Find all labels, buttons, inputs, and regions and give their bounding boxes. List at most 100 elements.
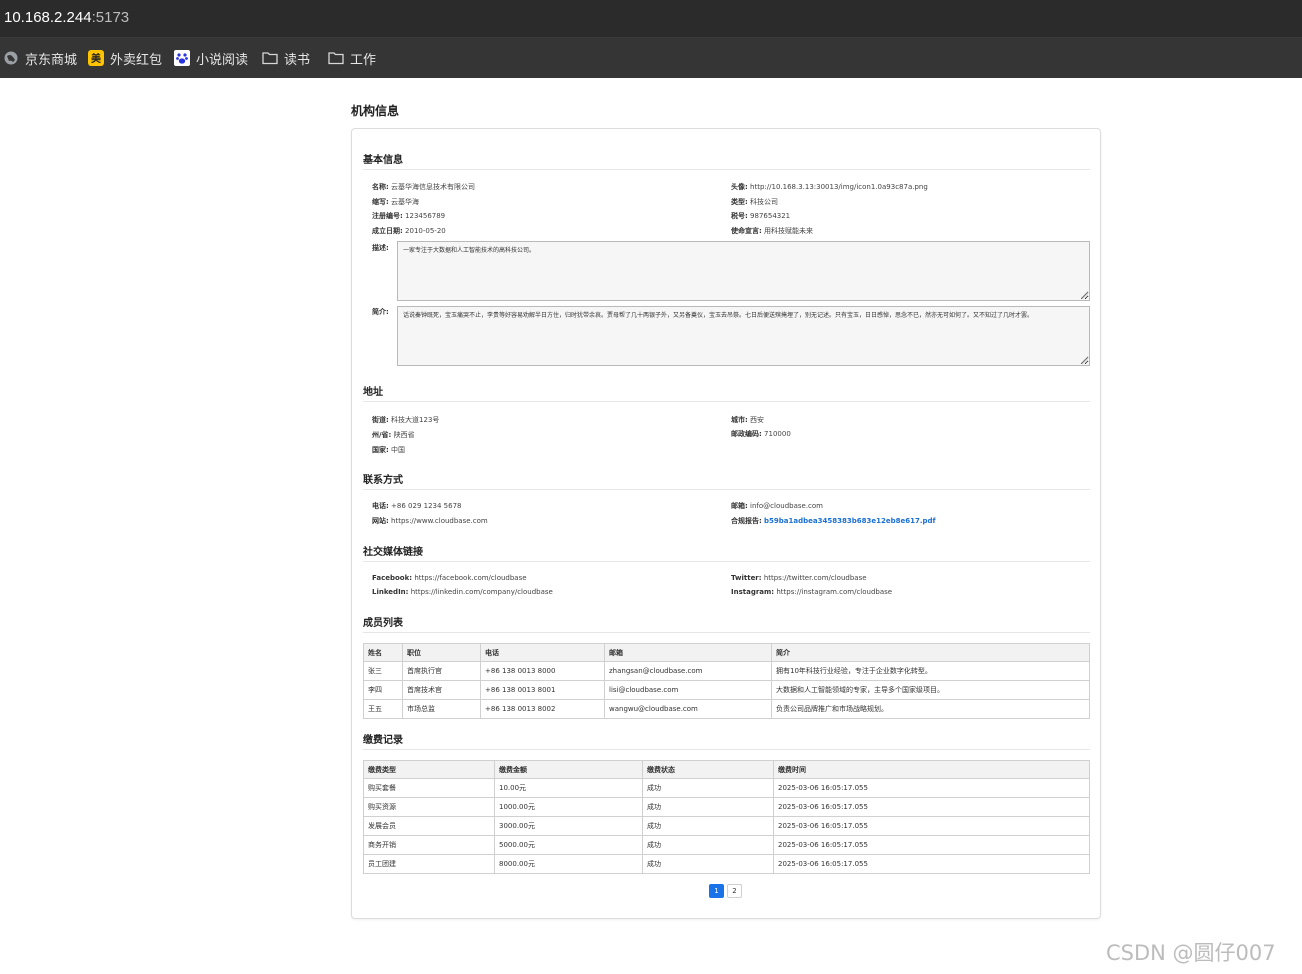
field-city: 城市: 西安 [731, 416, 765, 424]
page-title: 机构信息 [351, 104, 400, 118]
table-row: 李四 首席技术官 +86 138 0013 8001 lisi@cloudbas… [363, 680, 1090, 700]
bookmark-folder-reading[interactable]: 读书 [262, 48, 310, 68]
intro-textarea[interactable]: 话说秦钟既死，宝玉痛哭不止，李贵等好容易劝解半日方住，归时犹带余哀。贾母帮了几十… [397, 306, 1090, 366]
table-row: 张三 首席执行官 +86 138 0013 8000 zhangsan@clou… [363, 661, 1090, 681]
table-cell: 购买套餐 [363, 778, 495, 798]
field-website: 网站: https://www.cloudbase.com [372, 517, 488, 525]
divider [363, 632, 1090, 633]
table-cell: 成功 [642, 778, 774, 798]
table-cell: 3000.00元 [494, 816, 643, 836]
table-row: 员工团建 8000.00元 成功 2025-03-06 16:05:17.055 [363, 854, 1090, 874]
resize-grip-icon[interactable] [1081, 357, 1088, 364]
table-cell: 大数据和人工智能领域的专家，主导多个国家级项目。 [771, 680, 1090, 700]
divider [363, 749, 1090, 750]
baidu-paw-icon [174, 50, 190, 66]
field-mission: 使命宣言: 用科技赋能未来 [731, 227, 814, 235]
table-cell: 成功 [642, 797, 774, 817]
section-title-address: 地址 [363, 387, 383, 398]
resize-grip-icon[interactable] [1081, 292, 1088, 299]
table-cell: 员工团建 [363, 854, 495, 874]
section-title-payments: 缴费记录 [363, 735, 403, 746]
bookmark-label: 京东商城 [25, 52, 78, 68]
field-founded: 成立日期: 2010-05-20 [372, 227, 446, 235]
svg-text:美: 美 [91, 52, 102, 65]
column-header: 简介 [771, 643, 1090, 662]
table-cell: 5000.00元 [494, 835, 643, 855]
table-cell: 8000.00元 [494, 854, 643, 874]
address-bar[interactable]: 10.168.2.244:5173 [0, 0, 1302, 38]
table-row: 购买套餐 10.00元 成功 2025-03-06 16:05:17.055 [363, 778, 1090, 798]
table-cell: 成功 [642, 816, 774, 836]
table-cell: 2025-03-06 16:05:17.055 [773, 797, 1090, 817]
payments-table: 缴费类型 缴费金额 缴费状态 缴费时间 购买套餐 10.00元 成功 2025-… [363, 760, 1090, 874]
table-cell: 成功 [642, 835, 774, 855]
table-cell: 2025-03-06 16:05:17.055 [773, 778, 1090, 798]
field-postcode: 邮政编码: 710000 [731, 430, 791, 438]
field-phone: 电话: +86 029 1234 5678 [372, 502, 462, 510]
watermark: CSDN @圆仔007 [1106, 941, 1276, 965]
field-avatar: 头像: http://10.168.3.13:30013/img/icon1.0… [731, 183, 928, 191]
table-cell: 张三 [363, 661, 403, 681]
table-cell: lisi@cloudbase.com [604, 680, 772, 700]
section-title-members: 成员列表 [363, 618, 403, 629]
bookmark-waimai[interactable]: 美 外卖红包 [88, 48, 162, 68]
table-cell: 市场总监 [402, 699, 481, 719]
bookmark-novel[interactable]: 小说阅读 [174, 48, 248, 68]
organization-card: 基本信息 名称: 云基华海信息技术有限公司 缩写: 云基华海 注册编号: 123… [351, 128, 1101, 919]
divider [363, 401, 1090, 402]
table-cell: +86 138 0013 8001 [480, 680, 605, 700]
table-row: 购买资源 1000.00元 成功 2025-03-06 16:05:17.055 [363, 797, 1090, 817]
bookmark-label: 小说阅读 [196, 52, 249, 68]
field-instagram: Instagram: https://instagram.com/cloudba… [731, 588, 893, 596]
intro-text: 话说秦钟既死，宝玉痛哭不止，李贵等好容易劝解半日方住，归时犹带余哀。贾母帮了几十… [403, 312, 1034, 319]
folder-icon [328, 50, 344, 66]
table-row: 王五 市场总监 +86 138 0013 8002 wangwu@cloudba… [363, 699, 1090, 719]
table-cell: wangwu@cloudbase.com [604, 699, 772, 719]
divider [363, 169, 1090, 170]
column-header: 缴费金额 [494, 760, 643, 779]
field-reg-no: 注册编号: 123456789 [372, 212, 446, 220]
table-cell: 10.00元 [494, 778, 643, 798]
column-header: 缴费类型 [363, 760, 495, 779]
table-cell: 首席执行官 [402, 661, 481, 681]
page-button-1[interactable]: 1 [709, 884, 724, 898]
table-header-row: 姓名 职位 电话 邮箱 简介 [363, 643, 1090, 662]
url-text[interactable]: 10.168.2.244:5173 [4, 9, 129, 26]
section-title-contact: 联系方式 [363, 475, 403, 486]
table-cell: 负责公司品牌推广和市场战略规划。 [771, 699, 1090, 719]
globe-icon [3, 50, 19, 66]
table-cell: 成功 [642, 854, 774, 874]
table-cell: +86 138 0013 8002 [480, 699, 605, 719]
column-header: 电话 [480, 643, 605, 662]
table-cell: 2025-03-06 16:05:17.055 [773, 816, 1090, 836]
table-cell: zhangsan@cloudbase.com [604, 661, 772, 681]
field-twitter: Twitter: https://twitter.com/cloudbase [731, 574, 867, 582]
bookmarks-bar: 京东商城 美 外卖红包 小说阅读 读书 工作 [0, 38, 1302, 78]
column-header: 缴费状态 [642, 760, 774, 779]
field-tax-no: 税号: 987654321 [731, 212, 791, 220]
table-cell: 王五 [363, 699, 403, 719]
section-title-social: 社交媒体链接 [363, 547, 423, 558]
field-province: 州/省: 陕西省 [372, 431, 415, 439]
table-cell: 首席技术官 [402, 680, 481, 700]
compliance-report-link[interactable]: b59ba1adbea3458383b683e12eb8e617.pdf [764, 517, 936, 525]
description-textarea[interactable]: 一家专注于大数据和人工智能技术的高科技公司。 [397, 241, 1090, 301]
intro-label: 简介: [372, 308, 389, 316]
members-table: 姓名 职位 电话 邮箱 简介 张三 首席执行官 +86 138 0013 800… [363, 643, 1090, 719]
divider [363, 561, 1090, 562]
table-cell: 2025-03-06 16:05:17.055 [773, 854, 1090, 874]
page-button-2[interactable]: 2 [727, 884, 742, 898]
table-cell: 购买资源 [363, 797, 495, 817]
field-street: 街道: 科技大道123号 [372, 416, 440, 424]
table-row: 发展会员 3000.00元 成功 2025-03-06 16:05:17.055 [363, 816, 1090, 836]
field-linkedin: LinkedIn: https://linkedin.com/company/c… [372, 588, 553, 596]
table-header-row: 缴费类型 缴费金额 缴费状态 缴费时间 [363, 760, 1090, 779]
pagination: 1 2 [709, 884, 742, 898]
column-header: 职位 [402, 643, 481, 662]
column-header: 缴费时间 [773, 760, 1090, 779]
bookmark-jd[interactable]: 京东商城 [3, 48, 77, 68]
bookmark-folder-work[interactable]: 工作 [328, 48, 376, 68]
table-cell: +86 138 0013 8000 [480, 661, 605, 681]
field-type: 类型: 科技公司 [731, 198, 779, 206]
bookmark-label: 外卖红包 [110, 52, 163, 68]
